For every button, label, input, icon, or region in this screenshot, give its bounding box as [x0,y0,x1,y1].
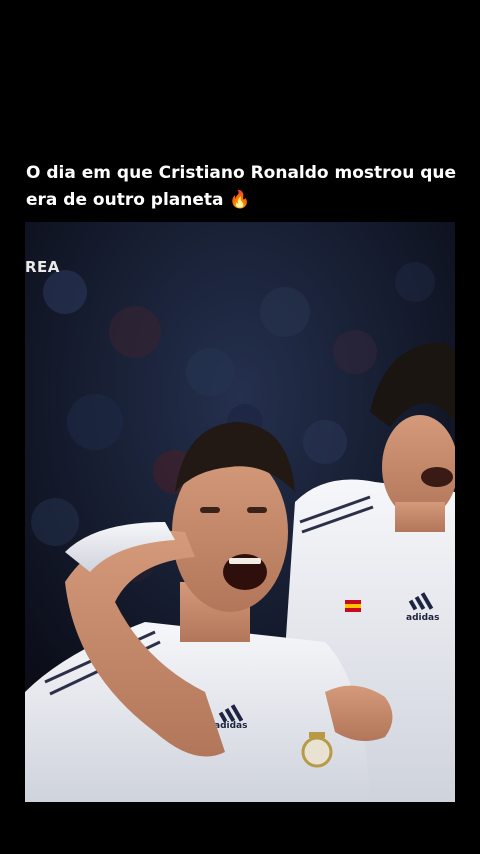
video-player[interactable]: adidas adidas REA [25,222,455,802]
svg-text:adidas: adidas [406,613,439,623]
post-caption: O dia em que Cristiano Ronaldo mostrou q… [26,163,457,210]
spain-flag-badge [345,600,361,612]
video-frame: adidas adidas [25,222,455,802]
svg-text:adidas: adidas [214,721,247,731]
video-watermark: REA [25,258,60,276]
